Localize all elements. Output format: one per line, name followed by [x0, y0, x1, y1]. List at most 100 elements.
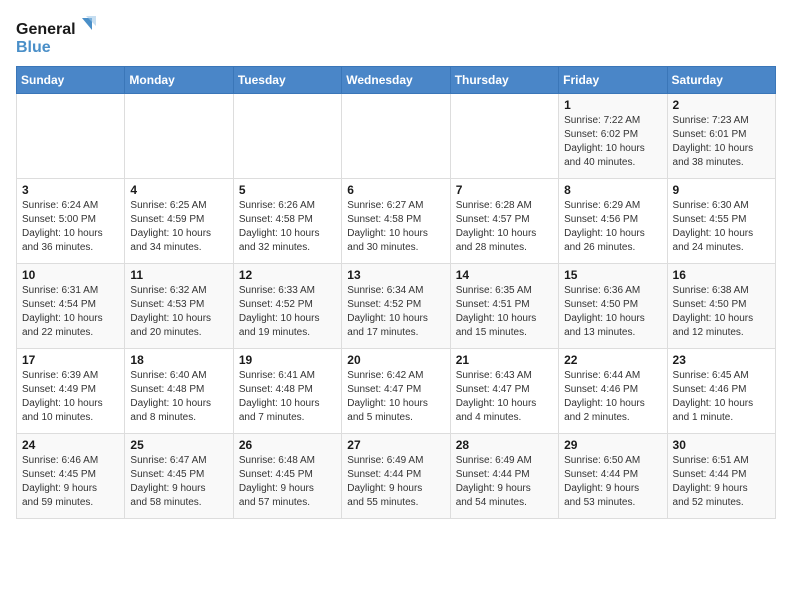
- day-cell-16: 16 Sunrise: 6:38 AMSunset: 4:50 PMDayligh…: [667, 264, 775, 349]
- day-number: 20: [347, 353, 444, 367]
- day-info: Sunrise: 6:35 AMSunset: 4:51 PMDaylight:…: [456, 284, 553, 340]
- day-cell-30: 30 Sunrise: 6:51 AMSunset: 4:44 PMDayligh…: [667, 434, 775, 519]
- weekday-header-tuesday: Tuesday: [233, 67, 341, 94]
- day-number: 17: [22, 353, 119, 367]
- day-cell-26: 26 Sunrise: 6:48 AMSunset: 4:45 PMDayligh…: [233, 434, 341, 519]
- day-info: Sunrise: 6:43 AMSunset: 4:47 PMDaylight:…: [456, 369, 553, 425]
- day-cell-15: 15 Sunrise: 6:36 AMSunset: 4:50 PMDayligh…: [559, 264, 667, 349]
- day-cell-22: 22Sunrise: 6:44 AMSunset: 4:46 PMDayligh…: [559, 349, 667, 434]
- day-number: 14: [456, 268, 553, 282]
- day-info: Sunrise: 6:47 AMSunset: 4:45 PMDaylight:…: [130, 454, 227, 510]
- day-info: Sunrise: 6:27 AMSunset: 4:58 PMDaylight:…: [347, 199, 444, 255]
- day-number: 2: [673, 98, 770, 112]
- day-info: Sunrise: 6:39 AMSunset: 4:49 PMDaylight:…: [22, 369, 119, 425]
- day-info: Sunrise: 6:46 AMSunset: 4:45 PMDaylight:…: [22, 454, 119, 510]
- day-number: 5: [239, 183, 336, 197]
- day-info: Sunrise: 6:50 AMSunset: 4:44 PMDaylight:…: [564, 454, 661, 510]
- day-number: 13: [347, 268, 444, 282]
- day-info: Sunrise: 6:49 AMSunset: 4:44 PMDaylight:…: [347, 454, 444, 510]
- day-cell-6: 6 Sunrise: 6:27 AMSunset: 4:58 PMDaylight…: [342, 179, 450, 264]
- day-cell-4: 4 Sunrise: 6:25 AMSunset: 4:59 PMDaylight…: [125, 179, 233, 264]
- day-info: Sunrise: 6:28 AMSunset: 4:57 PMDaylight:…: [456, 199, 553, 255]
- day-info: Sunrise: 6:33 AMSunset: 4:52 PMDaylight:…: [239, 284, 336, 340]
- day-info: Sunrise: 6:41 AMSunset: 4:48 PMDaylight:…: [239, 369, 336, 425]
- day-cell-18: 18 Sunrise: 6:40 AMSunset: 4:48 PMDayligh…: [125, 349, 233, 434]
- weekday-header-thursday: Thursday: [450, 67, 558, 94]
- day-number: 16: [673, 268, 770, 282]
- day-info: Sunrise: 6:45 AMSunset: 4:46 PMDaylight:…: [673, 369, 770, 425]
- day-cell-25: 25Sunrise: 6:47 AMSunset: 4:45 PMDayligh…: [125, 434, 233, 519]
- day-info: Sunrise: 6:25 AMSunset: 4:59 PMDaylight:…: [130, 199, 227, 255]
- day-cell-20: 20 Sunrise: 6:42 AMSunset: 4:47 PMDayligh…: [342, 349, 450, 434]
- svg-text:General: General: [16, 21, 76, 38]
- day-cell-3: 3 Sunrise: 6:24 AMSunset: 5:00 PMDaylight…: [17, 179, 125, 264]
- day-info: Sunrise: 6:31 AMSunset: 4:54 PMDaylight:…: [22, 284, 119, 340]
- empty-cell: [125, 94, 233, 179]
- week-row-2: 3 Sunrise: 6:24 AMSunset: 5:00 PMDaylight…: [17, 179, 776, 264]
- day-info: Sunrise: 6:42 AMSunset: 4:47 PMDaylight:…: [347, 369, 444, 425]
- day-info: Sunrise: 6:49 AMSunset: 4:44 PMDaylight:…: [456, 454, 553, 510]
- logo: General Blue: [16, 16, 96, 58]
- day-number: 7: [456, 183, 553, 197]
- weekday-header-row: SundayMondayTuesdayWednesdayThursdayFrid…: [17, 67, 776, 94]
- day-info: Sunrise: 6:40 AMSunset: 4:48 PMDaylight:…: [130, 369, 227, 425]
- week-row-4: 17 Sunrise: 6:39 AMSunset: 4:49 PMDayligh…: [17, 349, 776, 434]
- weekday-header-saturday: Saturday: [667, 67, 775, 94]
- day-number: 23: [673, 353, 770, 367]
- logo-svg: General Blue: [16, 16, 96, 58]
- day-cell-8: 8 Sunrise: 6:29 AMSunset: 4:56 PMDaylight…: [559, 179, 667, 264]
- day-number: 3: [22, 183, 119, 197]
- day-info: Sunrise: 6:24 AMSunset: 5:00 PMDaylight:…: [22, 199, 119, 255]
- day-info: Sunrise: 7:23 AMSunset: 6:01 PMDaylight:…: [673, 114, 770, 170]
- day-cell-13: 13 Sunrise: 6:34 AMSunset: 4:52 PMDayligh…: [342, 264, 450, 349]
- day-info: Sunrise: 6:36 AMSunset: 4:50 PMDaylight:…: [564, 284, 661, 340]
- day-number: 8: [564, 183, 661, 197]
- day-cell-9: 9 Sunrise: 6:30 AMSunset: 4:55 PMDaylight…: [667, 179, 775, 264]
- day-number: 15: [564, 268, 661, 282]
- day-info: Sunrise: 6:51 AMSunset: 4:44 PMDaylight:…: [673, 454, 770, 510]
- day-cell-23: 23 Sunrise: 6:45 AMSunset: 4:46 PMDayligh…: [667, 349, 775, 434]
- day-info: Sunrise: 6:29 AMSunset: 4:56 PMDaylight:…: [564, 199, 661, 255]
- day-cell-24: 24Sunrise: 6:46 AMSunset: 4:45 PMDayligh…: [17, 434, 125, 519]
- day-cell-5: 5 Sunrise: 6:26 AMSunset: 4:58 PMDaylight…: [233, 179, 341, 264]
- day-number: 28: [456, 438, 553, 452]
- day-info: Sunrise: 6:26 AMSunset: 4:58 PMDaylight:…: [239, 199, 336, 255]
- day-info: Sunrise: 6:30 AMSunset: 4:55 PMDaylight:…: [673, 199, 770, 255]
- weekday-header-friday: Friday: [559, 67, 667, 94]
- day-number: 10: [22, 268, 119, 282]
- day-number: 9: [673, 183, 770, 197]
- empty-cell: [233, 94, 341, 179]
- day-cell-14: 14 Sunrise: 6:35 AMSunset: 4:51 PMDayligh…: [450, 264, 558, 349]
- day-number: 4: [130, 183, 227, 197]
- day-number: 6: [347, 183, 444, 197]
- page-header: General Blue: [16, 16, 776, 58]
- weekday-header-wednesday: Wednesday: [342, 67, 450, 94]
- day-number: 26: [239, 438, 336, 452]
- empty-cell: [342, 94, 450, 179]
- day-cell-10: 10 Sunrise: 6:31 AMSunset: 4:54 PMDayligh…: [17, 264, 125, 349]
- day-info: Sunrise: 6:48 AMSunset: 4:45 PMDaylight:…: [239, 454, 336, 510]
- day-number: 11: [130, 268, 227, 282]
- day-info: Sunrise: 7:22 AMSunset: 6:02 PMDaylight:…: [564, 114, 661, 170]
- day-info: Sunrise: 6:38 AMSunset: 4:50 PMDaylight:…: [673, 284, 770, 340]
- day-cell-21: 21Sunrise: 6:43 AMSunset: 4:47 PMDayligh…: [450, 349, 558, 434]
- day-number: 18: [130, 353, 227, 367]
- day-cell-28: 28 Sunrise: 6:49 AMSunset: 4:44 PMDayligh…: [450, 434, 558, 519]
- day-info: Sunrise: 6:34 AMSunset: 4:52 PMDaylight:…: [347, 284, 444, 340]
- week-row-1: 1 Sunrise: 7:22 AMSunset: 6:02 PMDaylight…: [17, 94, 776, 179]
- day-cell-1: 1 Sunrise: 7:22 AMSunset: 6:02 PMDaylight…: [559, 94, 667, 179]
- day-number: 29: [564, 438, 661, 452]
- week-row-5: 24Sunrise: 6:46 AMSunset: 4:45 PMDayligh…: [17, 434, 776, 519]
- day-cell-12: 12 Sunrise: 6:33 AMSunset: 4:52 PMDayligh…: [233, 264, 341, 349]
- day-cell-11: 11Sunrise: 6:32 AMSunset: 4:53 PMDayligh…: [125, 264, 233, 349]
- calendar-table: SundayMondayTuesdayWednesdayThursdayFrid…: [16, 66, 776, 519]
- day-cell-29: 29 Sunrise: 6:50 AMSunset: 4:44 PMDayligh…: [559, 434, 667, 519]
- day-number: 12: [239, 268, 336, 282]
- empty-cell: [17, 94, 125, 179]
- day-number: 19: [239, 353, 336, 367]
- weekday-header-sunday: Sunday: [17, 67, 125, 94]
- week-row-3: 10 Sunrise: 6:31 AMSunset: 4:54 PMDayligh…: [17, 264, 776, 349]
- day-number: 1: [564, 98, 661, 112]
- day-info: Sunrise: 6:44 AMSunset: 4:46 PMDaylight:…: [564, 369, 661, 425]
- day-number: 30: [673, 438, 770, 452]
